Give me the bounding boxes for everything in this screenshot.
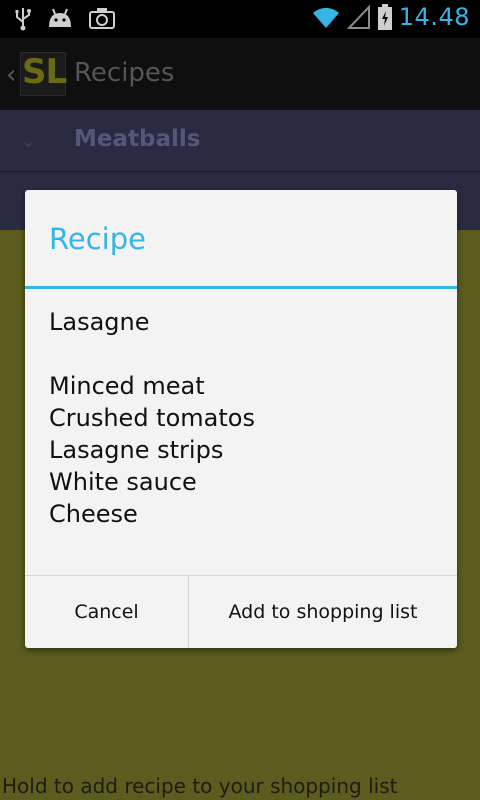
dialog-title: Recipe bbox=[49, 222, 146, 256]
up-caret-icon: ‹ bbox=[6, 60, 17, 90]
logo-text: SL bbox=[22, 52, 67, 92]
list-group-meatballs[interactable]: ⌄ Meatballs bbox=[0, 110, 480, 172]
notification-icons bbox=[14, 5, 116, 31]
system-icons: 14.48 bbox=[311, 3, 470, 31]
ingredient-item: Crushed tomatos bbox=[49, 404, 255, 432]
action-bar: ‹ SL Recipes bbox=[0, 38, 480, 110]
ingredient-item: Lasagne strips bbox=[49, 436, 224, 464]
android-debug-icon bbox=[49, 8, 71, 27]
recipe-dialog: Recipe Lasagne Minced meat Crushed tomat… bbox=[25, 190, 457, 648]
dialog-title-divider bbox=[25, 286, 457, 289]
dialog-button-bar: Cancel Add to shopping list bbox=[25, 575, 457, 648]
cancel-button[interactable]: Cancel bbox=[25, 576, 189, 648]
recipe-name: Lasagne bbox=[49, 308, 150, 336]
chevron-down-icon: ⌄ bbox=[20, 128, 37, 152]
ingredient-item: Minced meat bbox=[49, 372, 205, 400]
battery-charging-icon bbox=[377, 4, 392, 30]
add-to-shopping-list-button[interactable]: Add to shopping list bbox=[189, 576, 457, 648]
wifi-icon bbox=[312, 7, 339, 28]
list-group-label: Meatballs bbox=[74, 126, 201, 152]
footer-hint: Hold to add recipe to your shopping list bbox=[2, 774, 398, 798]
page-title: Recipes bbox=[74, 58, 175, 88]
usb-icon bbox=[15, 8, 31, 31]
ingredient-item: Cheese bbox=[49, 500, 138, 528]
signal-icon bbox=[346, 4, 370, 29]
dialog-body: Lasagne Minced meat Crushed tomatos Lasa… bbox=[49, 306, 439, 530]
ingredient-item: White sauce bbox=[49, 468, 197, 496]
app-logo[interactable]: ‹ SL bbox=[6, 48, 68, 100]
camera-icon bbox=[89, 8, 115, 29]
status-bar: 14.48 bbox=[0, 0, 480, 38]
clock: 14.48 bbox=[398, 3, 470, 31]
